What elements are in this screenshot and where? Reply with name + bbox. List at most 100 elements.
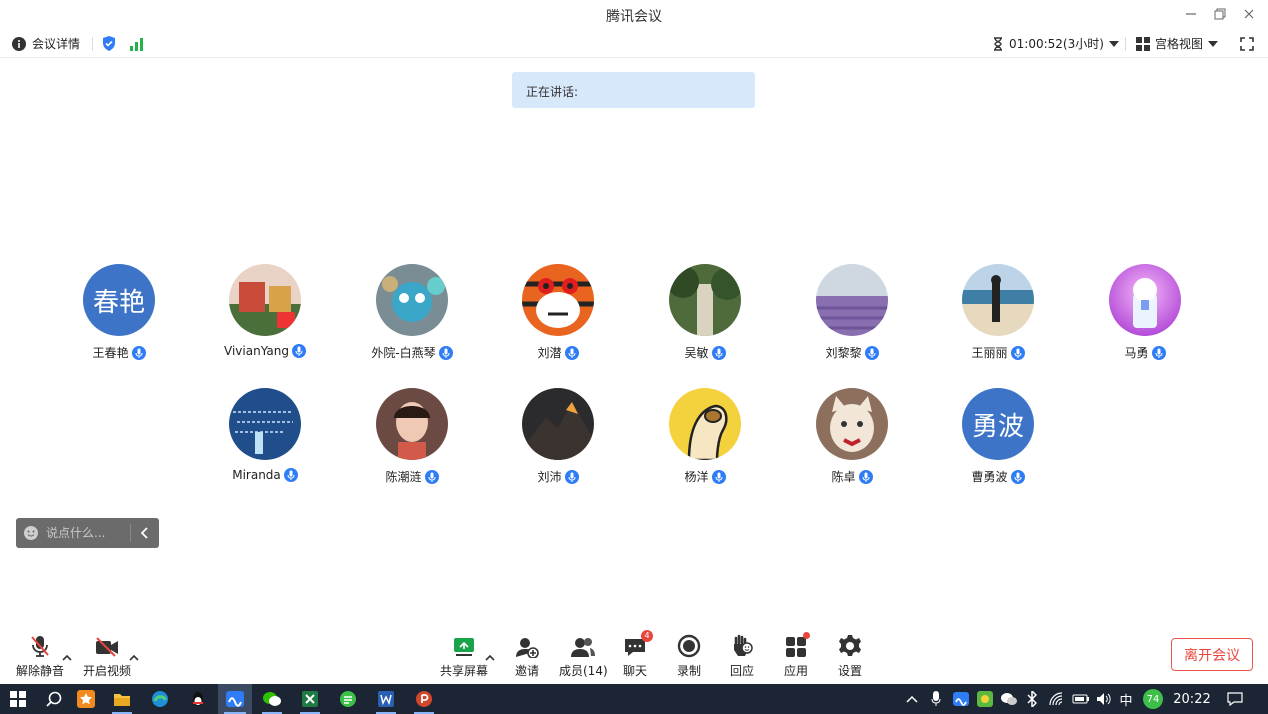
participant-name: Miranda <box>232 468 281 482</box>
taskbar-file-explorer[interactable] <box>106 684 138 714</box>
participant-tile[interactable]: 刘黎黎 <box>782 264 922 361</box>
microphone-icon <box>1151 345 1166 360</box>
speaking-indicator: 正在讲话: <box>512 72 755 108</box>
taskbar-app-green[interactable] <box>332 684 364 714</box>
start-video-button[interactable]: 开启视频 <box>83 632 131 679</box>
participant-tile[interactable]: Miranda <box>195 388 335 482</box>
participant-tile[interactable]: VivianYang <box>195 264 335 358</box>
participant-name: VivianYang <box>224 344 289 358</box>
chat-input[interactable] <box>46 522 122 544</box>
microphone-icon <box>131 345 146 360</box>
tray-clock[interactable]: 20:22 <box>1168 684 1216 714</box>
view-mode-dropdown[interactable]: 宫格视图 <box>1136 35 1219 52</box>
tray-bluetooth[interactable] <box>1022 684 1042 714</box>
participant-name: 马勇 <box>1124 346 1149 360</box>
emoji-button[interactable] <box>16 525 46 541</box>
participant-tile[interactable]: 春艳 王春艳 <box>49 264 189 361</box>
settings-label: 设置 <box>838 664 863 678</box>
avatar-photo <box>816 388 888 460</box>
collapse-chat-button[interactable] <box>131 527 159 539</box>
reaction-button[interactable]: 回应 <box>730 632 754 679</box>
members-label: 成员(14) <box>559 664 608 678</box>
settings-button[interactable]: 设置 <box>838 632 862 679</box>
info-bar: 会议详情 01:00:52(3小时) 宫格视图 <box>0 30 1268 58</box>
avatar-photo <box>376 388 448 460</box>
avatar <box>376 264 448 336</box>
meeting-window: 腾讯会议 会议详情 01:00:52(3小时) 宫格视图 正在讲话: 春艳 王春… <box>0 0 1268 714</box>
microphone-icon <box>1010 345 1025 360</box>
chevron-down-icon <box>1108 40 1119 47</box>
network-status[interactable] <box>129 36 145 55</box>
taskbar-wechat[interactable] <box>256 684 288 714</box>
grid-icon <box>1136 36 1150 51</box>
tray-app[interactable] <box>974 684 996 714</box>
taskbar-app[interactable] <box>70 684 102 714</box>
excel-icon <box>302 691 318 707</box>
tray-battery[interactable] <box>1070 684 1092 714</box>
restore-button[interactable] <box>1209 4 1231 24</box>
apps-notification-dot <box>803 632 811 639</box>
participant-tile[interactable]: 陈潮涟 <box>342 388 482 485</box>
participant-tile[interactable]: 王丽丽 <box>928 264 1068 361</box>
avatar-photo <box>816 264 888 336</box>
avatar-photo <box>962 264 1034 336</box>
leave-meeting-button[interactable]: 离开会议 <box>1171 638 1253 671</box>
members-button[interactable]: 成员(14) <box>559 632 608 679</box>
participant-tile[interactable]: 刘潜 <box>488 264 628 361</box>
participant-tile[interactable]: 杨洋 <box>635 388 775 485</box>
taskbar-tencent-meeting[interactable] <box>218 684 252 714</box>
tray-volume[interactable] <box>1094 684 1114 714</box>
tray-network[interactable] <box>1046 684 1068 714</box>
close-button[interactable] <box>1238 4 1260 24</box>
taskbar-search[interactable] <box>38 684 70 714</box>
apps-button[interactable]: 应用 <box>784 632 811 679</box>
avatar-photo <box>229 264 301 336</box>
tray-ime[interactable]: 中 <box>1116 684 1136 714</box>
avatar <box>522 388 594 460</box>
tray-app-battery[interactable]: 74 <box>1140 684 1166 714</box>
video-options-button[interactable] <box>129 646 139 665</box>
participant-tile[interactable]: 陈卓 <box>782 388 922 485</box>
microphone-icon <box>438 345 453 360</box>
tray-app-value: 74 <box>1146 693 1160 705</box>
battery-icon <box>1072 694 1089 704</box>
avatar <box>669 388 741 460</box>
chat-input-bar <box>16 518 159 548</box>
fullscreen-button[interactable] <box>1240 36 1254 55</box>
taskbar-excel[interactable] <box>294 684 326 714</box>
meeting-timer[interactable]: 01:00:52(3小时) <box>992 35 1119 52</box>
participant-tile[interactable]: 外院-白燕琴 <box>342 264 482 361</box>
audio-options-button[interactable] <box>62 646 72 665</box>
tray-microphone[interactable] <box>926 684 946 714</box>
chat-button[interactable]: 4 聊天 <box>623 630 654 679</box>
microphone-icon <box>424 469 439 484</box>
record-button[interactable]: 录制 <box>677 632 701 679</box>
invite-button[interactable]: 邀请 <box>515 632 539 679</box>
participant-tile[interactable]: 马勇 <box>1075 264 1215 361</box>
start-video-label: 开启视频 <box>83 664 132 678</box>
minimize-icon <box>1186 13 1196 15</box>
avatar-photo <box>1109 264 1181 336</box>
security-button[interactable] <box>101 35 117 56</box>
record-icon <box>677 634 701 658</box>
taskbar-edge[interactable] <box>144 684 176 714</box>
share-screen-button[interactable]: 共享屏幕 <box>440 632 488 679</box>
taskbar-qq[interactable] <box>182 684 214 714</box>
participant-tile[interactable]: 勇波 曹勇波 <box>928 388 1068 485</box>
app-circle-icon <box>340 691 356 707</box>
taskbar-word[interactable] <box>370 684 402 714</box>
minimize-button[interactable] <box>1180 4 1202 24</box>
tray-tencent-meeting[interactable] <box>950 684 972 714</box>
meeting-details-button[interactable]: 会议详情 <box>12 35 80 52</box>
info-icon <box>12 36 26 51</box>
share-options-button[interactable] <box>485 646 495 665</box>
tray-overflow-button[interactable] <box>902 684 922 714</box>
avatar <box>1109 264 1181 336</box>
notification-center-button[interactable] <box>1222 684 1248 714</box>
unmute-button[interactable]: 解除静音 <box>16 632 64 679</box>
taskbar-powerpoint[interactable] <box>408 684 440 714</box>
participant-tile[interactable]: 刘沛 <box>488 388 628 485</box>
participant-tile[interactable]: 吴敏 <box>635 264 775 361</box>
start-button[interactable] <box>0 684 36 714</box>
tray-wechat[interactable] <box>998 684 1020 714</box>
